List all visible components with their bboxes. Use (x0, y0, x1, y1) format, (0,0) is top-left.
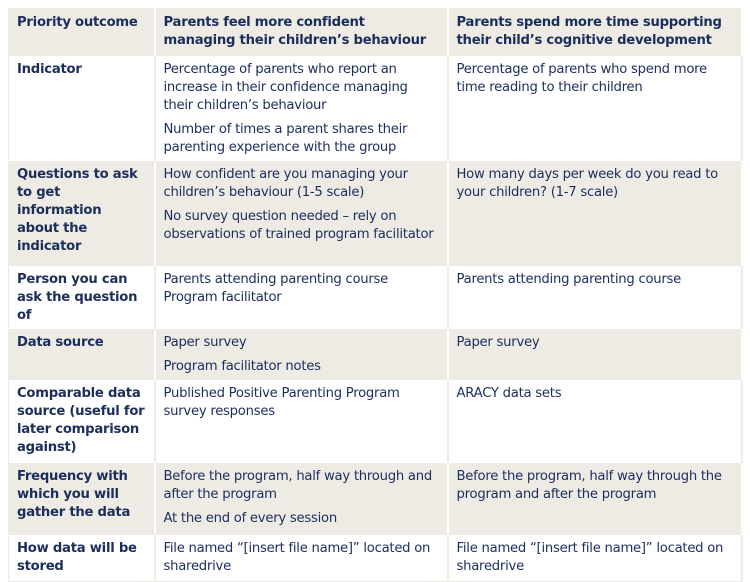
cell-text: ARACY data sets (456, 386, 562, 401)
cell-text: Before the program, half way through and… (163, 469, 433, 502)
header-row: Priority outcome Parents feel more confi… (8, 8, 743, 56)
row-label: Person you can ask the question of (8, 266, 156, 329)
row-label: Questions to ask to get information abou… (8, 161, 156, 266)
cell-outcome-1: Percentage of parents who report an incr… (154, 56, 449, 161)
cell-outcome-1: Before the program, half way through and… (154, 463, 449, 535)
row-label: How data will be stored (8, 535, 156, 582)
cell-text: Paper survey (456, 335, 540, 350)
row-storage: How data will be stored File named “[ins… (8, 535, 743, 582)
cell-outcome-1: Published Positive Parenting Program sur… (154, 380, 449, 463)
row-label: Frequency with which you will gather the… (8, 463, 156, 535)
cell-text: How confident are you managing your chil… (163, 167, 409, 200)
cell-outcome-2: Percentage of parents who spend more tim… (447, 56, 743, 161)
row-person: Person you can ask the question of Paren… (8, 266, 743, 329)
row-indicator: Indicator Percentage of parents who repo… (8, 56, 743, 161)
row-label: Indicator (8, 56, 156, 161)
header-outcome-2: Parents spend more time supporting their… (447, 8, 743, 56)
cell-outcome-2: How many days per week do you read to yo… (447, 161, 743, 266)
row-questions: Questions to ask to get information abou… (8, 161, 743, 266)
cell-text: At the end of every session (163, 511, 338, 526)
cell-outcome-1: Parents attending parenting course Progr… (154, 266, 449, 329)
cell-text: Parents attending parenting course Progr… (163, 272, 389, 305)
cell-text: Percentage of parents who spend more tim… (456, 62, 708, 95)
cell-text: Program facilitator notes (163, 359, 322, 374)
cell-outcome-2: File named “[insert file name]” located … (447, 535, 743, 582)
cell-text: File named “[insert file name]” located … (163, 541, 431, 574)
row-frequency: Frequency with which you will gather the… (8, 463, 743, 535)
cell-text: Number of times a parent shares their pa… (163, 122, 408, 155)
cell-text: Paper survey (163, 335, 247, 350)
cell-outcome-1: Paper survey Program facilitator notes (154, 329, 449, 380)
row-label: Data source (8, 329, 156, 380)
cell-outcome-2: Parents attending parenting course (447, 266, 743, 329)
row-comparable-source: Comparable data source (useful for later… (8, 380, 743, 463)
cell-text: How many days per week do you read to yo… (456, 167, 719, 200)
cell-text: Before the program, half way through the… (456, 469, 723, 502)
cell-outcome-2: Paper survey (447, 329, 743, 380)
cell-outcome-1: File named “[insert file name]” located … (154, 535, 449, 582)
row-label: Comparable data source (useful for later… (8, 380, 156, 463)
header-outcome-1: Parents feel more confident managing the… (154, 8, 449, 56)
data-collection-plan-table: Priority outcome Parents feel more confi… (8, 8, 743, 582)
cell-text: Published Positive Parenting Program sur… (163, 386, 400, 419)
cell-text: File named “[insert file name]” located … (456, 541, 724, 574)
cell-text: Parents attending parenting course (456, 272, 682, 287)
cell-outcome-2: Before the program, half way through the… (447, 463, 743, 535)
cell-text: No survey question needed – rely on obse… (163, 209, 434, 242)
cell-outcome-2: ARACY data sets (447, 380, 743, 463)
cell-outcome-1: How confident are you managing your chil… (154, 161, 449, 266)
row-data-source: Data source Paper survey Program facilit… (8, 329, 743, 380)
cell-text: Percentage of parents who report an incr… (163, 62, 408, 113)
header-label: Priority outcome (8, 8, 156, 56)
